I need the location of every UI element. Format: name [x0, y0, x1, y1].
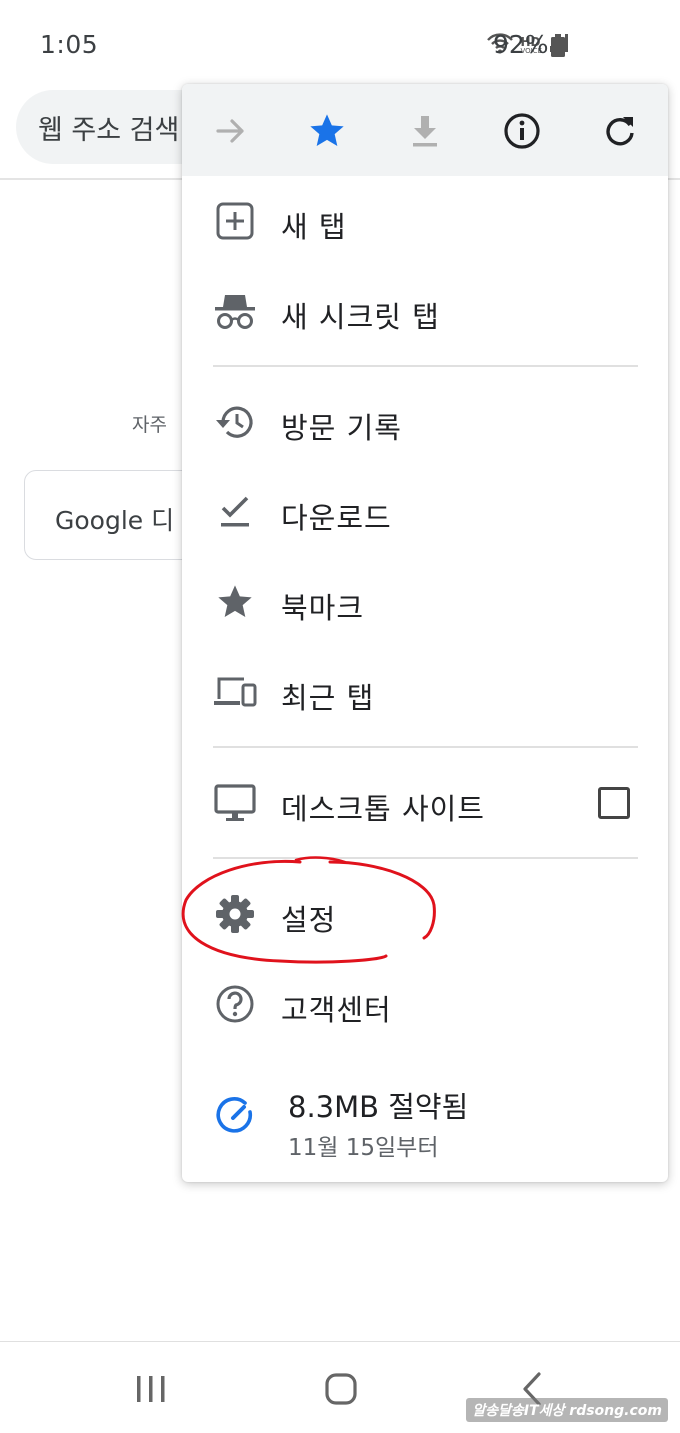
menu-label-bookmarks: 북마크 — [281, 591, 365, 625]
help-icon — [212, 984, 258, 1024]
menu-divider — [213, 857, 638, 859]
menu-toolbar — [182, 84, 668, 176]
menu-item-recent-tabs[interactable]: 최근 탭 — [182, 647, 668, 737]
menu-label-help: 고객센터 — [281, 993, 392, 1027]
data-savings-title: 8.3MB 절약됨 — [288, 1090, 469, 1124]
menu-label-downloads: 다운로드 — [281, 501, 392, 535]
recent-apps-icon[interactable] — [121, 1365, 181, 1413]
menu-item-new-incognito-tab[interactable]: 새 시크릿 탭 — [182, 266, 668, 356]
download-icon[interactable] — [398, 104, 452, 158]
menu-divider — [213, 746, 638, 748]
menu-item-desktop-site[interactable]: 데스크톱 사이트 — [182, 758, 668, 848]
new-tab-icon — [212, 201, 258, 241]
watermark: 알송달송IT세상 rdsong.com — [466, 1398, 668, 1422]
star-icon — [212, 582, 258, 622]
incognito-icon — [212, 291, 258, 331]
google-card-text: Google 디 — [55, 506, 175, 535]
menu-label-history: 방문 기록 — [281, 411, 402, 445]
menu-label-recent-tabs: 최근 탭 — [281, 681, 375, 715]
info-icon[interactable] — [495, 104, 549, 158]
menu-item-bookmarks[interactable]: 북마크 — [182, 557, 668, 647]
menu-item-new-tab[interactable]: 새 탭 — [182, 176, 668, 266]
gear-icon — [212, 894, 258, 934]
status-time: 1:05 — [40, 30, 99, 59]
menu-label-desktop-site: 데스크톱 사이트 — [281, 792, 485, 826]
menu-label-settings: 설정 — [281, 903, 337, 937]
frequent-sites-label: 자주 — [132, 414, 167, 436]
menu-label-new-incognito-tab: 새 시크릿 탭 — [281, 300, 440, 334]
menu-item-settings[interactable]: 설정 — [182, 869, 668, 959]
data-saver-gauge-icon — [212, 1096, 258, 1136]
menu-label-new-tab: 새 탭 — [281, 210, 347, 244]
forward-icon[interactable] — [204, 104, 258, 158]
status-bar: 1:05 HD VOICE 92% — [0, 0, 680, 90]
monitor-icon — [212, 783, 258, 823]
omnibox-placeholder: 웹 주소 검색 — [38, 115, 180, 146]
refresh-icon[interactable] — [593, 104, 647, 158]
data-savings-subtitle: 11월 15일부터 — [288, 1135, 439, 1161]
menu-item-history[interactable]: 방문 기록 — [182, 377, 668, 467]
overflow-menu: 새 탭 새 시크릿 탭 방문 기록 다운로드 북마크 최근 탭 데스크톱 사이트… — [182, 84, 668, 1182]
bookmark-star-icon[interactable] — [300, 104, 354, 158]
menu-item-downloads[interactable]: 다운로드 — [182, 467, 668, 557]
devices-icon — [212, 672, 258, 712]
battery-icon — [550, 34, 566, 62]
downloads-check-icon — [212, 492, 258, 532]
menu-divider — [213, 365, 638, 367]
home-icon[interactable] — [311, 1365, 371, 1413]
desktop-site-checkbox[interactable] — [598, 787, 630, 819]
data-savings-item[interactable]: 8.3MB 절약됨 11월 15일부터 — [182, 1074, 668, 1169]
history-icon — [212, 402, 258, 442]
menu-item-help[interactable]: 고객센터 — [182, 959, 668, 1049]
battery-percent: 92% — [493, 30, 549, 59]
